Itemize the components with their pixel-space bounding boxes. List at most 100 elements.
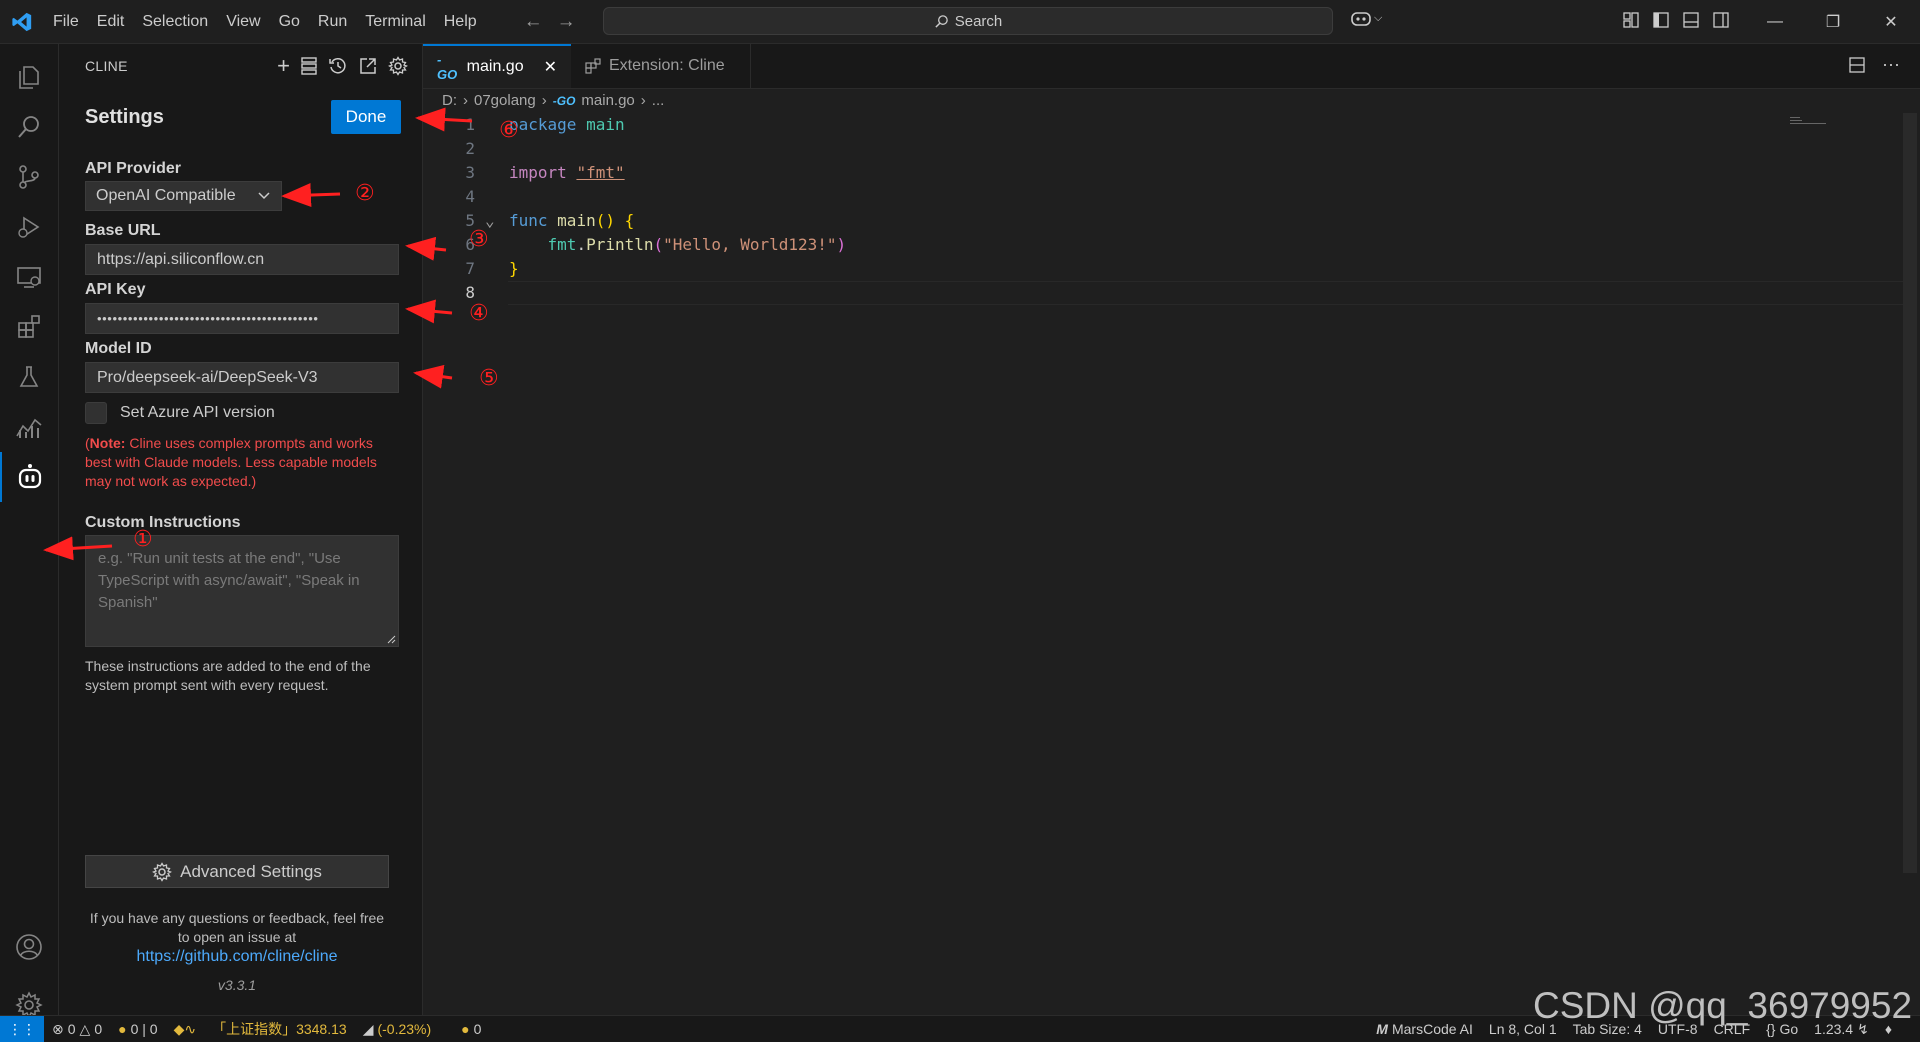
history-icon[interactable]: [328, 56, 348, 76]
chart-icon: ◢: [362, 1020, 374, 1037]
note-bold: Note:: [89, 435, 126, 451]
watermark: CSDN @qq_36979952: [1533, 985, 1913, 1026]
close-tab-icon[interactable]: ✕: [544, 57, 557, 77]
run-debug-icon[interactable]: [0, 202, 58, 252]
more-actions-icon[interactable]: ···: [1882, 55, 1900, 74]
menu-help[interactable]: Help: [435, 0, 486, 43]
toggle-secondary-sidebar-icon[interactable]: [1712, 11, 1730, 29]
api-key-input[interactable]: ••••••••••••••••••••••••••••••••••••••••…: [85, 303, 399, 334]
forward-arrow-icon[interactable]: →: [557, 11, 576, 33]
extensions-icon[interactable]: [0, 302, 58, 352]
function-name: main: [557, 211, 596, 230]
code-line: 7 }: [423, 257, 1903, 281]
toggle-panel-icon[interactable]: [1682, 11, 1700, 29]
settings-gear-icon[interactable]: [388, 56, 408, 76]
paren-close: ): [836, 235, 847, 254]
menu-bar: File Edit Selection View Go Run Terminal…: [44, 0, 486, 43]
account-icon[interactable]: [0, 922, 58, 972]
brace-open: {: [624, 211, 635, 230]
editor-tabs: -GO main.go ✕ Extension: Cline ···: [423, 44, 1920, 89]
source-control-icon[interactable]: [0, 152, 58, 202]
code-line: 2: [423, 137, 1903, 161]
model-id-label: Model ID: [85, 340, 152, 357]
annotation-6: ⑥: [499, 118, 519, 143]
remote-indicator-icon[interactable]: ⋮⋮: [0, 1016, 44, 1042]
keyword-package: package: [509, 115, 577, 134]
code-line: 3 import "fmt": [423, 161, 1903, 185]
command-center-search[interactable]: Search: [603, 7, 1333, 35]
custom-instructions-label: Custom Instructions: [85, 514, 241, 531]
minimap[interactable]: [1790, 113, 1830, 124]
breadcrumb-more[interactable]: ...: [652, 92, 665, 109]
api-provider-select[interactable]: OpenAI Compatible: [85, 181, 282, 211]
menu-view[interactable]: View: [217, 0, 269, 43]
testing-icon[interactable]: [0, 352, 58, 402]
chevron-down-icon: ⌵: [1374, 11, 1383, 24]
annotation-3: ③: [469, 227, 489, 252]
azure-api-version-label: Set Azure API version: [120, 404, 275, 421]
method-name: Println: [586, 235, 654, 254]
ports-status[interactable]: ● 0 | 0: [110, 1021, 165, 1037]
close-window-icon[interactable]: ✕: [1862, 0, 1920, 43]
breadcrumb-file[interactable]: main.go: [581, 92, 634, 109]
breadcrumb-drive[interactable]: D:: [442, 92, 457, 109]
model-id-value: Pro/deepseek-ai/DeepSeek-V3: [97, 368, 318, 386]
explorer-icon[interactable]: [0, 52, 58, 102]
menu-terminal[interactable]: Terminal: [356, 0, 434, 43]
marscode-status[interactable]: M MarsCode AI: [1368, 1021, 1481, 1037]
performance-chart-icon[interactable]: [0, 402, 58, 452]
chevron-right-icon: ›: [541, 92, 547, 109]
code-editor[interactable]: 1 package main 2 3 import "fmt" 4 5 ⌄ fu…: [423, 113, 1906, 993]
open-in-editor-icon[interactable]: [358, 56, 378, 76]
azure-api-version-option: Set Azure API version: [85, 402, 275, 424]
menu-run[interactable]: Run: [309, 0, 356, 43]
base-url-input[interactable]: https://api.siliconflow.cn: [85, 244, 399, 275]
toggle-primary-sidebar-icon[interactable]: [1652, 11, 1670, 29]
advanced-settings-button[interactable]: Advanced Settings: [85, 855, 389, 888]
breadcrumb-folder[interactable]: 07golang: [474, 92, 536, 109]
done-button[interactable]: Done: [331, 100, 401, 134]
model-id-input[interactable]: Pro/deepseek-ai/DeepSeek-V3: [85, 362, 399, 393]
restore-icon[interactable]: ❐: [1804, 0, 1862, 43]
back-arrow-icon[interactable]: ←: [524, 11, 543, 33]
coin-icon: ●: [461, 1021, 470, 1037]
coins-value: 0: [473, 1021, 482, 1037]
menu-edit[interactable]: Edit: [88, 0, 134, 43]
stock-change[interactable]: ◢ (-0.23%): [355, 1021, 439, 1038]
new-task-plus-icon[interactable]: +: [277, 55, 290, 77]
stock-index[interactable]: 「上证指数」3348.13: [204, 1019, 355, 1039]
coins-status[interactable]: ● 0: [453, 1021, 489, 1037]
mcp-servers-icon[interactable]: [300, 56, 318, 76]
marscode-label: MarsCode AI: [1391, 1021, 1473, 1037]
vertical-scrollbar[interactable]: [1903, 113, 1917, 873]
feedback-text: If you have any questions or feedback, f…: [89, 910, 385, 945]
resize-handle-icon[interactable]: [387, 635, 396, 644]
go-file-icon: -GO: [437, 52, 458, 82]
pulse-icon: ◆∿: [173, 1020, 197, 1037]
azure-api-version-checkbox[interactable]: [85, 402, 107, 424]
base-url-label: Base URL: [85, 222, 161, 239]
copilot-menu[interactable]: ⌵: [1350, 9, 1382, 27]
search-icon[interactable]: [0, 102, 58, 152]
marscode-icon: M: [1376, 1021, 1388, 1037]
problems-status[interactable]: ⊗ 0 △ 0: [44, 1021, 110, 1038]
activity-status[interactable]: ◆∿: [166, 1021, 205, 1038]
github-issue-link[interactable]: https://github.com/cline/cline: [85, 947, 389, 966]
split-editor-icon[interactable]: [1848, 56, 1866, 74]
menu-go[interactable]: Go: [270, 0, 309, 43]
tab-main-go[interactable]: -GO main.go ✕: [423, 44, 571, 88]
warning-icon: △: [79, 1020, 91, 1037]
paren-open: (: [653, 235, 664, 254]
cline-robot-icon[interactable]: [0, 452, 58, 502]
menu-selection[interactable]: Selection: [133, 0, 217, 43]
menu-file[interactable]: File: [44, 0, 88, 43]
settings-heading: Settings: [85, 106, 164, 128]
search-label: Search: [954, 12, 1003, 30]
minimize-icon[interactable]: —: [1746, 0, 1804, 43]
tab-extension-cline[interactable]: Extension: Cline: [571, 44, 751, 88]
base-url-value: https://api.siliconflow.cn: [97, 250, 265, 268]
remote-explorer-icon[interactable]: [0, 252, 58, 302]
customize-layout-icon[interactable]: [1622, 11, 1640, 29]
search-icon: [935, 14, 948, 28]
annotation-1: ①: [133, 527, 153, 552]
